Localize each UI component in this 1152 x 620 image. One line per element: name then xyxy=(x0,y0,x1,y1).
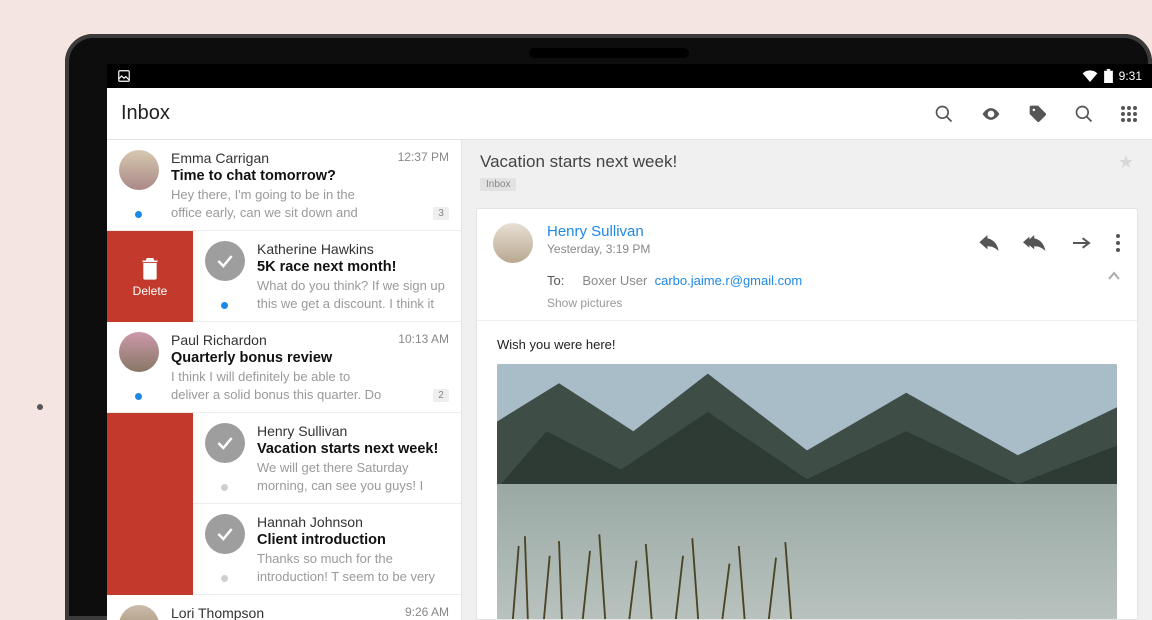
trash-icon xyxy=(140,256,160,280)
list-item[interactable]: Henry Sullivan Vacation starts next week… xyxy=(193,413,461,504)
swipe-delete-label: Delete xyxy=(133,284,168,298)
preview-label: We will get there Saturday morning, can … xyxy=(257,459,449,493)
tablet-frame: 9:31 Inbox xyxy=(65,34,1152,620)
reply-all-icon[interactable] xyxy=(1023,235,1047,251)
subject-label: 5K race next month! xyxy=(257,259,449,275)
eye-icon[interactable] xyxy=(980,104,1002,124)
swipe-delete-action[interactable] xyxy=(107,504,193,595)
content: Emma Carrigan Time to chat tomorrow? Hey… xyxy=(107,140,1152,620)
sender-label: Henry Sullivan xyxy=(257,423,347,439)
sender-label: Katherine Hawkins xyxy=(257,241,374,257)
search-icon-2[interactable] xyxy=(1074,104,1094,124)
preview-label: I think I will definitely be able to del… xyxy=(171,368,384,402)
battery-icon xyxy=(1104,69,1113,83)
avatar xyxy=(119,150,159,190)
body-text: Wish you were here! xyxy=(497,337,1117,352)
attached-photo[interactable] xyxy=(497,364,1117,619)
search-icon[interactable] xyxy=(934,104,954,124)
avatar xyxy=(119,605,159,620)
swipe-delete-action[interactable]: Delete xyxy=(107,231,193,322)
statusbar: 9:31 xyxy=(107,64,1152,88)
sender-avatar xyxy=(493,223,533,263)
check-icon xyxy=(215,251,235,271)
swipe-delete-action[interactable] xyxy=(107,413,193,504)
to-name: Boxer User xyxy=(582,273,647,288)
detail-subject: Vacation starts next week! xyxy=(480,152,677,172)
list-item[interactable]: Katherine Hawkins 5K race next month! Wh… xyxy=(193,231,461,322)
unread-dot xyxy=(221,575,228,582)
wifi-icon xyxy=(1082,70,1098,82)
sender-label: Emma Carrigan xyxy=(171,150,269,166)
from-name[interactable]: Henry Sullivan xyxy=(547,223,979,240)
more-icon[interactable] xyxy=(1115,233,1121,253)
unread-dot xyxy=(135,393,142,400)
photo-foreground xyxy=(497,507,807,619)
to-email[interactable]: carbo.jaime.r@gmail.com xyxy=(655,273,803,288)
list-item[interactable]: Paul Richardon Quarterly bonus review I … xyxy=(107,322,461,413)
avatar-checked[interactable] xyxy=(205,241,245,281)
time-label: 9:26 AM xyxy=(405,605,449,619)
avatar-checked[interactable] xyxy=(205,423,245,463)
preview-label: Hey there, I'm going to be in the office… xyxy=(171,186,384,220)
appbar: Inbox xyxy=(107,88,1152,140)
reply-icon[interactable] xyxy=(979,235,999,251)
message-body: Wish you were here! xyxy=(477,321,1137,619)
count-badge: 2 xyxy=(433,389,449,402)
preview-label: Thanks so much for the introduction! T s… xyxy=(257,550,449,584)
subject-label: Vacation starts next week! xyxy=(257,441,449,457)
tag-icon[interactable] xyxy=(1028,104,1048,124)
sender-label: Hannah Johnson xyxy=(257,514,363,530)
appbar-title: Inbox xyxy=(121,102,170,125)
sender-label: Paul Richardon xyxy=(171,332,267,348)
email-list[interactable]: Emma Carrigan Time to chat tomorrow? Hey… xyxy=(107,140,462,620)
unread-dot xyxy=(135,211,142,218)
preview-label: What do you think? If we sign up this we… xyxy=(257,277,449,311)
avatar-checked[interactable] xyxy=(205,514,245,554)
message-date: Yesterday, 3:19 PM xyxy=(547,242,979,256)
avatar xyxy=(119,332,159,372)
tablet-camera xyxy=(529,48,689,58)
apps-grid-icon[interactable] xyxy=(1120,105,1138,123)
count-badge: 3 xyxy=(433,207,449,220)
check-icon xyxy=(215,433,235,453)
list-item[interactable]: Emma Carrigan Time to chat tomorrow? Hey… xyxy=(107,140,461,231)
tablet-sensor-dot xyxy=(37,404,43,410)
check-icon xyxy=(215,524,235,544)
subject-label: Client introduction xyxy=(257,532,449,548)
unread-dot xyxy=(221,484,228,491)
list-item[interactable]: Lori Thompson Team Happy Hour Hey everyo… xyxy=(107,595,461,620)
collapse-icon[interactable] xyxy=(1107,271,1121,281)
message-card: Henry Sullivan Yesterday, 3:19 PM xyxy=(476,208,1138,620)
time-label: 12:37 PM xyxy=(398,150,449,164)
folder-label-chip[interactable]: Inbox xyxy=(480,178,516,191)
to-label: To: xyxy=(547,273,564,288)
star-icon[interactable]: ★ xyxy=(1118,152,1134,173)
list-item[interactable]: Hannah Johnson Client introduction Thank… xyxy=(193,504,461,595)
subject-label: Time to chat tomorrow? xyxy=(171,168,384,184)
forward-icon[interactable] xyxy=(1071,235,1091,251)
appbar-actions xyxy=(934,104,1138,124)
email-detail: Vacation starts next week! Inbox ★ Henry… xyxy=(462,140,1152,620)
sender-label: Lori Thompson xyxy=(171,605,264,620)
subject-label: Quarterly bonus review xyxy=(171,350,384,366)
unread-dot xyxy=(221,302,228,309)
time-label: 10:13 AM xyxy=(398,332,449,346)
show-pictures-link[interactable]: Show pictures xyxy=(477,296,1137,321)
clock-label: 9:31 xyxy=(1119,69,1142,83)
picture-icon xyxy=(117,69,131,83)
screen: 9:31 Inbox xyxy=(107,64,1152,620)
